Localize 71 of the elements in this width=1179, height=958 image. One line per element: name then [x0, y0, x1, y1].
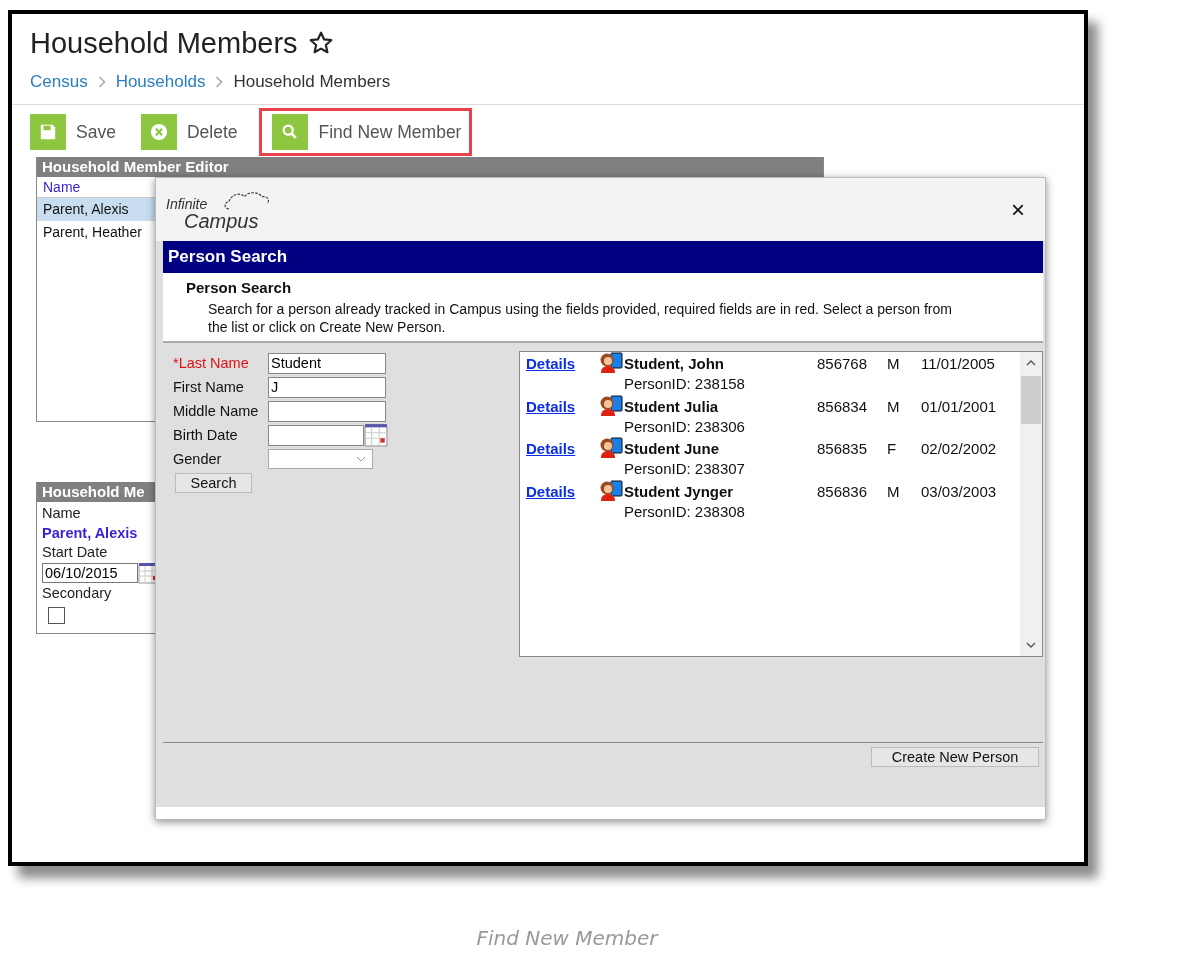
toolbar-button[interactable]: Save [30, 114, 116, 150]
birth-date: 02/02/2002 [921, 439, 997, 459]
toolbar-button[interactable]: Find New Member [272, 114, 462, 150]
details-link[interactable]: Details [526, 439, 598, 459]
scroll-down-icon[interactable] [1026, 642, 1036, 648]
person-id: PersonID: 238158 [624, 374, 746, 394]
chevron-icon [215, 76, 224, 88]
person-card-icon [598, 479, 624, 502]
birth-date: 01/01/2001 [921, 396, 997, 417]
star-icon[interactable] [307, 30, 334, 56]
save-icon [39, 123, 57, 141]
instructions: Search for a person already tracked in Campus using the fields provided, required fields are in red. Select a person from the list or click on Create New Person. [207, 300, 953, 336]
person-name: Student June [624, 439, 720, 459]
person-card-icon [598, 437, 624, 459]
birth-date: 11/01/2005 [921, 354, 995, 374]
section-title: Person Search [186, 279, 293, 296]
field-label: Start Date [42, 543, 108, 562]
details-link[interactable]: Details [526, 396, 598, 417]
field-label: Gender [173, 451, 223, 467]
input-field[interactable] [268, 400, 386, 422]
date-field[interactable] [268, 424, 364, 446]
gender: M [887, 396, 901, 417]
student-number: 856835 [817, 439, 869, 459]
checkbox[interactable] [48, 607, 65, 624]
person-name: Student Jynger [624, 481, 735, 502]
field-label: Name [42, 504, 81, 523]
details-link[interactable]: Details [526, 481, 598, 502]
person-card-icon [598, 352, 624, 374]
input-field[interactable]: Student [268, 352, 386, 374]
field-label: First Name [173, 379, 245, 395]
breadcrumb-current: Household Members [233, 72, 391, 92]
field-label: Middle Name [173, 403, 260, 419]
close-button[interactable]: × [1011, 195, 1025, 224]
page-title: Household Members [30, 26, 298, 60]
breadcrumb-link[interactable]: Households [115, 72, 206, 92]
person-name: Student Julia [624, 396, 720, 417]
student-number: 856836 [817, 481, 869, 502]
breadcrumb-link[interactable]: Census [30, 72, 88, 92]
scroll-up-icon[interactable] [1026, 360, 1036, 366]
delete-icon [149, 123, 168, 141]
date-field[interactable]: 06/10/2015 [42, 563, 138, 583]
person-id: PersonID: 238308 [624, 501, 746, 522]
scrollbar[interactable] [1020, 352, 1042, 656]
birth-date: 03/03/2003 [921, 481, 997, 502]
logo: Infinite Campus [166, 187, 278, 232]
field-label: Secondary [42, 584, 112, 603]
create-person-button[interactable]: Create New Person [871, 747, 1039, 767]
gender: M [887, 354, 901, 374]
student-number: 856834 [817, 396, 869, 417]
caption: Find New Member [475, 926, 660, 950]
column-header[interactable]: Name [43, 179, 81, 195]
person-id: PersonID: 238306 [624, 416, 746, 437]
panel-title: Household Member Editor [37, 157, 823, 177]
search-button[interactable]: Search [175, 473, 252, 493]
person-id: PersonID: 238307 [624, 459, 746, 479]
chevron-icon [97, 76, 106, 88]
calendar-icon[interactable] [364, 423, 388, 447]
field-label: *Last Name [173, 355, 250, 371]
dialog-header: Person Search [163, 241, 1043, 273]
person-name: Student, John [624, 354, 725, 374]
details-link[interactable]: Details [526, 354, 598, 374]
gender: F [887, 439, 898, 459]
field-label: Birth Date [173, 427, 239, 443]
person-card-icon [598, 394, 624, 417]
input-field[interactable]: J [268, 376, 386, 398]
toolbar-button[interactable]: Delete [140, 114, 238, 150]
student-number: 856768 [817, 354, 869, 374]
gender: M [887, 481, 901, 502]
scrollbar-thumb[interactable] [1021, 376, 1041, 424]
caret-icon [356, 456, 366, 462]
member-name: Parent, Alexis [42, 524, 138, 543]
